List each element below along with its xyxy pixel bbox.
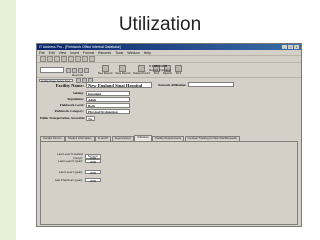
last-practicum-field[interactable]: 2009 <box>85 178 101 183</box>
last-record-button[interactable] <box>84 67 89 73</box>
app-window: IT Address Pro - [Fieldwork Office Inter… <box>36 43 302 227</box>
close-button[interactable]: x <box>294 45 299 49</box>
toolbar-button[interactable] <box>75 56 81 62</box>
save-record-icon <box>119 64 127 72</box>
facility-name-field[interactable]: New England Sinai Hospital <box>86 82 152 88</box>
toolbar <box>37 56 301 63</box>
print-label: Print <box>175 72 182 76</box>
public-transport-field[interactable]: No <box>86 116 96 121</box>
network-affiliation-field[interactable] <box>188 82 235 87</box>
facility-name-row: Facility Name: New England Sinai Hospita… <box>40 82 152 88</box>
last-practicum-label: Last Practicum (year): <box>54 178 83 182</box>
menu-records[interactable]: Records <box>98 51 111 55</box>
network-affiliation-label: Network Affiliation: <box>158 82 187 87</box>
last-level-i-label: Last Level I (year): <box>59 170 83 174</box>
utilization-panel: Last Level II student (mo/yr): Summer 20… <box>40 141 298 225</box>
layout-selector[interactable] <box>40 67 64 73</box>
menu-help[interactable]: Help <box>144 51 151 55</box>
slide-accent-stripe <box>0 0 16 240</box>
reports-label: Reports <box>162 72 172 76</box>
toolbar-button[interactable] <box>68 56 74 62</box>
print-icon <box>174 64 182 72</box>
find-label: Find <box>153 72 159 76</box>
population-label: Population: <box>67 97 85 102</box>
last-level-ii-row: Last Level II (year): 2009 <box>47 159 101 164</box>
delete-record-button[interactable]: Delete Record <box>133 64 150 76</box>
population-field[interactable]: Adult <box>86 97 130 102</box>
new-record-icon <box>101 64 109 72</box>
menu-edit[interactable]: Edit <box>49 51 55 55</box>
maximize-button[interactable]: □ <box>288 45 293 49</box>
population-row: Population: Adult <box>40 97 130 102</box>
record-navigator: Records <box>66 67 89 77</box>
print-button[interactable]: Print <box>174 64 182 76</box>
menu-insert[interactable]: Insert <box>70 51 79 55</box>
last-level-ii-field[interactable]: 2009 <box>85 159 101 164</box>
network-affiliation-row: Network Affiliation: <box>158 82 235 87</box>
new-record-button[interactable]: New Record <box>98 64 113 76</box>
slide-title: Utilization <box>118 14 202 35</box>
record-navigation-bar: Records New Record Save Record Delete Re… <box>37 63 301 78</box>
toolbar-button[interactable] <box>47 56 53 62</box>
record-lock-status: Record Unlocked <box>149 68 171 72</box>
minimize-button[interactable]: _ <box>282 45 287 49</box>
last-level-i-field[interactable]: 2009 <box>85 170 101 175</box>
facility-form: Facility Name: New England Sinai Hospita… <box>40 82 298 134</box>
save-record-button[interactable]: Save Record <box>115 64 131 76</box>
window-title: IT Address Pro - [Fieldwork Office Inter… <box>39 45 121 49</box>
last-practicum-row: Last Practicum (year): 2009 <box>47 178 101 183</box>
fieldwork-level-row: Fieldwork Level: Both <box>40 103 130 108</box>
facility-name-label: Facility Name: <box>55 82 84 88</box>
first-record-button[interactable] <box>66 67 71 73</box>
fieldwork-level-label: Fieldwork Level: <box>59 103 84 108</box>
public-transport-row: Public Transportation, Accessible: No <box>40 116 96 121</box>
new-record-label: New Record <box>98 72 113 76</box>
records-label: Records <box>72 72 84 77</box>
fieldwork-level-field[interactable]: Both <box>86 103 130 108</box>
toolbar-button[interactable] <box>40 56 46 62</box>
last-level-ii-student-field[interactable]: Summer 2009 <box>85 153 101 159</box>
menu-tools[interactable]: Tools <box>115 51 123 55</box>
delete-record-icon <box>138 64 146 72</box>
fieldwork-category-row: Fieldwork Category: Physical Dysfunction <box>40 109 130 114</box>
toolbar-button[interactable] <box>89 56 95 62</box>
setting-label: Setting: <box>73 91 84 96</box>
last-level-ii-label: Last Level II (year): <box>58 159 83 163</box>
public-transport-label: Public Transportation, Accessible: <box>40 116 86 121</box>
save-record-label: Save Record <box>115 72 131 76</box>
delete-record-label: Delete Record <box>133 72 150 76</box>
last-level-i-row: Last Level I (year): 2009 <box>47 170 101 175</box>
menu-window[interactable]: Window <box>127 51 139 55</box>
fieldwork-category-field[interactable]: Physical Dysfunction <box>86 109 130 114</box>
menu-format[interactable]: Format <box>83 51 94 55</box>
toolbar-button[interactable] <box>82 56 88 62</box>
setting-field[interactable]: Inpatient <box>86 91 130 96</box>
toolbar-button[interactable] <box>61 56 67 62</box>
menu-view[interactable]: View <box>59 51 67 55</box>
toolbar-button[interactable] <box>54 56 60 62</box>
fieldwork-category-label: Fieldwork Category: <box>54 109 84 114</box>
setting-row: Setting: Inpatient <box>40 91 130 96</box>
menu-file[interactable]: File <box>39 51 45 55</box>
